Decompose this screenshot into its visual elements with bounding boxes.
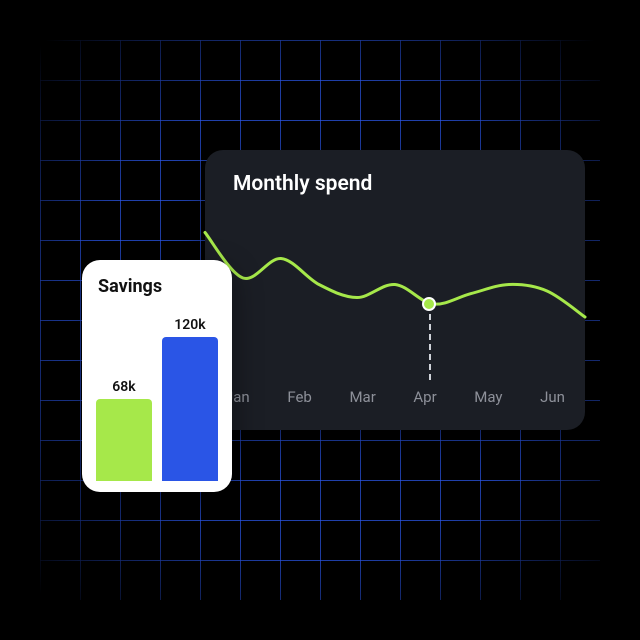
- bar-value-label: 120k: [174, 317, 205, 333]
- xaxis-tick: Feb: [287, 388, 312, 406]
- savings-card: Savings 68k 120k: [82, 260, 232, 492]
- stage: Monthly spend JanFebMarAprMayJun Savings…: [0, 0, 640, 640]
- xaxis-tick: May: [474, 388, 502, 406]
- chart-marker-line: [429, 304, 431, 380]
- bar-value-label: 68k: [112, 379, 135, 395]
- chart-marker-dot: [422, 297, 436, 311]
- bar-wrap: 68k: [96, 379, 152, 481]
- bar: [162, 337, 218, 481]
- xaxis-tick: Apr: [413, 388, 436, 406]
- bar: [96, 399, 152, 481]
- xaxis-tick: Mar: [349, 388, 375, 406]
- xaxis-tick: Jun: [540, 388, 565, 406]
- savings-bar-chart: 68k 120k: [96, 303, 218, 481]
- monthly-spend-title: Monthly spend: [233, 172, 585, 196]
- bar-wrap: 120k: [162, 317, 218, 481]
- savings-title: Savings: [98, 276, 218, 297]
- monthly-spend-card: Monthly spend JanFebMarAprMayJun: [205, 150, 585, 430]
- monthly-spend-xaxis: JanFebMarAprMayJun: [205, 366, 585, 406]
- monthly-spend-line-chart: [205, 206, 585, 366]
